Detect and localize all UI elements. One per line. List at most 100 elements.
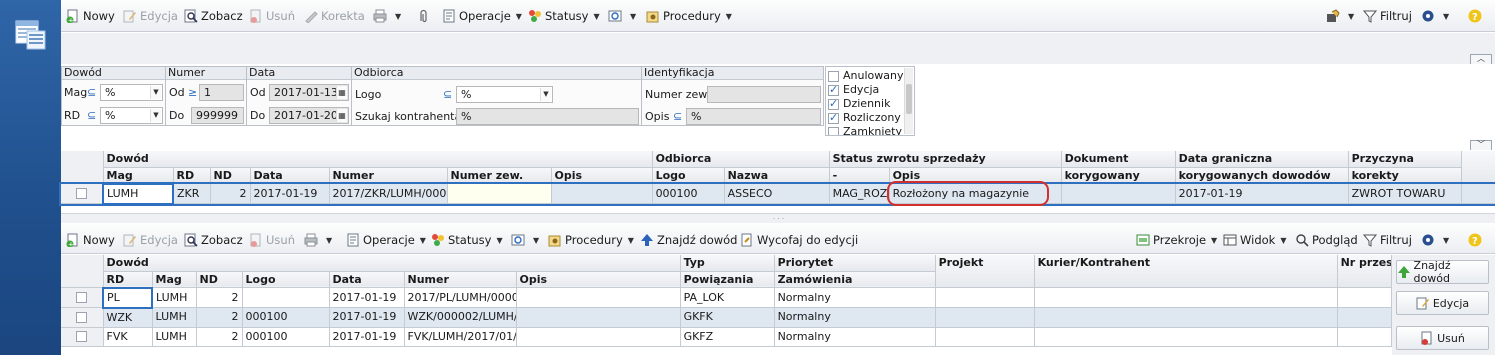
cell-mag[interactable]: LUMH: [152, 327, 197, 347]
edit-button[interactable]: Edycja: [123, 7, 178, 25]
checkbox[interactable]: [76, 292, 87, 303]
table-row[interactable]: WZK LUMH 2 000100 2017-01-19 WZK/000002/…: [61, 307, 1392, 328]
procedures-menu[interactable]: Procedury ▼: [646, 7, 732, 25]
cell-numer[interactable]: 2017/ZKR/LUMH/0000: [329, 183, 448, 204]
cell-rd[interactable]: ZKR: [173, 183, 211, 204]
logo-operator[interactable]: ⊆: [443, 88, 452, 101]
side-find-button[interactable]: Znajdź dowód: [1396, 259, 1489, 285]
cell-logo[interactable]: 000100: [652, 183, 725, 204]
col-numer[interactable]: Numer: [329, 167, 448, 184]
status-edycja[interactable]: Edycja: [828, 83, 903, 97]
checkbox[interactable]: [76, 188, 87, 199]
cell-priorytet[interactable]: Normalny: [774, 327, 936, 347]
checkbox[interactable]: [76, 331, 88, 342]
logo-select[interactable]: % ▼: [456, 86, 553, 103]
col-data[interactable]: Data: [250, 167, 330, 184]
detail-delete-button[interactable]: Usuń: [249, 231, 295, 249]
detail-settings-menu[interactable]: ▼: [1421, 231, 1449, 249]
cell-kurier[interactable]: [1034, 307, 1338, 328]
col-rd[interactable]: RD: [103, 271, 153, 288]
cell-opis[interactable]: [516, 287, 681, 308]
mag-select[interactable]: % ▼: [100, 84, 163, 101]
cell-priorytet[interactable]: Normalny: [774, 287, 936, 308]
sync-menu[interactable]: ▼: [608, 7, 636, 25]
col-przyczyna[interactable]: korekty: [1348, 167, 1462, 184]
cell-mag[interactable]: LUMH: [152, 287, 197, 308]
cell-typ[interactable]: GKFZ: [680, 327, 775, 347]
status-zamkniety[interactable]: Zamknięty: [828, 125, 903, 135]
col-nazwa[interactable]: Nazwa: [724, 167, 830, 184]
cell-data[interactable]: 2017-01-19: [250, 183, 330, 204]
preview-button[interactable]: Podgląd: [1295, 231, 1358, 249]
cell-nr-przesylki[interactable]: [1337, 327, 1392, 347]
checklist-scrollbar[interactable]: [904, 68, 913, 134]
cell-data-graniczna[interactable]: 2017-01-19: [1175, 183, 1349, 204]
help-button[interactable]: ?: [1468, 7, 1485, 25]
numer-do-input[interactable]: 999999: [191, 107, 244, 124]
checkbox[interactable]: [828, 97, 839, 111]
cell-nazwa[interactable]: ASSECO: [724, 183, 830, 204]
data-od-input[interactable]: 2017-01-13 ▦: [269, 84, 349, 101]
status-dziennik[interactable]: Dziennik: [828, 97, 903, 111]
detail-help-button[interactable]: ?: [1468, 231, 1485, 249]
numer-od-input[interactable]: 1: [199, 84, 244, 101]
col-status-code[interactable]: -: [829, 167, 890, 184]
detail-new-button[interactable]: + Nowy: [66, 231, 115, 249]
cell-nr-przesylki[interactable]: [1337, 287, 1392, 308]
cell-opis[interactable]: [516, 327, 681, 347]
correction-button[interactable]: Korekta: [304, 7, 365, 25]
col-nr-przesylki[interactable]: Nr przesy: [1337, 255, 1392, 288]
side-edit-button[interactable]: Edycja: [1396, 291, 1489, 315]
detail-edit-button[interactable]: Edycja: [123, 231, 178, 249]
checkbox[interactable]: [828, 83, 839, 97]
col-nd[interactable]: ND: [210, 167, 251, 184]
splitter[interactable]: · · ·: [61, 213, 1495, 223]
col-typ[interactable]: Powiązania: [680, 271, 775, 288]
col-mag[interactable]: Mag: [103, 167, 174, 184]
detail-statuses-menu[interactable]: Statusy ▼: [431, 231, 503, 249]
row-select[interactable]: [61, 327, 104, 347]
row-select[interactable]: [61, 183, 104, 204]
cell-numer[interactable]: 2017/PL/LUMH/00000: [404, 287, 517, 308]
col-projekt[interactable]: Projekt: [935, 255, 1035, 288]
cell-logo[interactable]: 000100: [242, 307, 330, 328]
cell-numer[interactable]: WZK/000002/LUMH/2: [404, 307, 517, 328]
settings-menu[interactable]: ▼: [1421, 7, 1449, 25]
cell-rd[interactable]: PL: [102, 286, 153, 309]
cell-mag[interactable]: LUMH: [102, 182, 174, 205]
find-document-button[interactable]: Znajdź dowód: [640, 231, 737, 249]
col-numer-zew[interactable]: Numer zew.: [447, 167, 552, 184]
cell-typ[interactable]: GKFK: [680, 307, 775, 328]
detail-sync-menu[interactable]: ▼: [511, 231, 539, 249]
cell-nd[interactable]: 2: [210, 183, 251, 204]
cell-rd[interactable]: FVK: [103, 327, 153, 347]
opis-input[interactable]: %: [686, 108, 821, 125]
col-logo[interactable]: Logo: [652, 167, 725, 184]
col-dokument[interactable]: korygowany: [1061, 167, 1176, 184]
cell-logo[interactable]: 000100: [242, 327, 330, 347]
calendar-icon[interactable]: ▦: [336, 109, 347, 122]
cell-przyczyna[interactable]: ZWROT TOWARU: [1348, 183, 1462, 204]
col-mag[interactable]: Mag: [152, 271, 197, 288]
tools-menu[interactable]: ▼: [1326, 7, 1354, 25]
collapse-filter-toggle-2[interactable]: ﹀: [1470, 140, 1492, 150]
filter-button[interactable]: Filtruj: [1362, 7, 1412, 25]
data-do-input[interactable]: 2017-01-20 ▦: [269, 107, 349, 124]
col-data[interactable]: Data: [329, 271, 405, 288]
cell-data[interactable]: 2017-01-19: [329, 287, 405, 308]
status-anulowany[interactable]: Anulowany: [828, 69, 903, 83]
col-data-graniczna[interactable]: korygowanych dowodów: [1175, 167, 1349, 184]
cell-priorytet[interactable]: Normalny: [774, 307, 936, 328]
col-opis[interactable]: Opis: [516, 271, 681, 288]
cell-typ[interactable]: PA_LOK: [680, 287, 775, 308]
numer-od-operator[interactable]: ≥: [188, 86, 197, 99]
sections-menu[interactable]: Przekroje ▼: [1136, 231, 1217, 249]
cell-dokument[interactable]: [1061, 183, 1176, 204]
attachment-button[interactable]: [416, 7, 433, 25]
table-row[interactable]: FVK LUMH 2 000100 2017-01-19 FVK/LUMH/20…: [61, 327, 1392, 347]
cell-nd[interactable]: 2: [196, 327, 243, 347]
opis-operator[interactable]: ⊆: [673, 110, 682, 123]
detail-print-button[interactable]: ▼: [304, 231, 332, 249]
detail-operations-menu[interactable]: Operacje ▼: [346, 231, 426, 249]
cell-nd[interactable]: 2: [196, 287, 243, 308]
